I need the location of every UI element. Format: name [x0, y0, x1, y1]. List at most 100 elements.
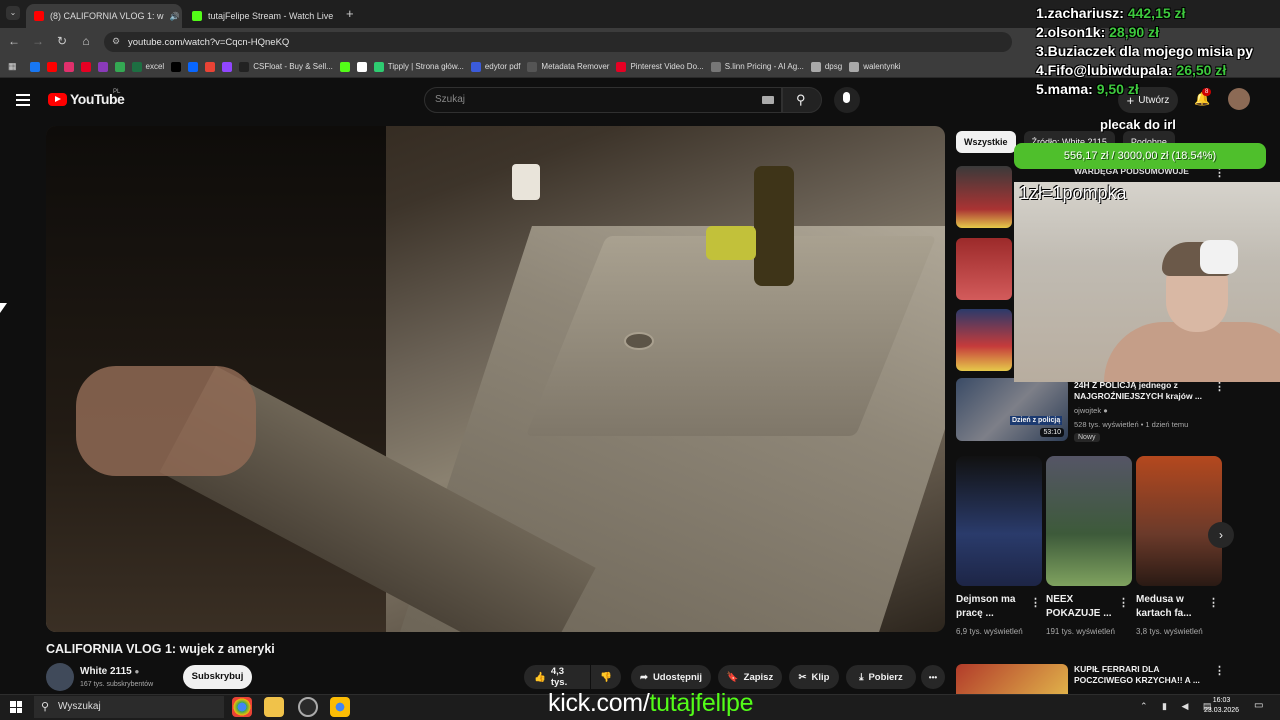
back-arrow-icon[interactable]: ←: [6, 34, 22, 48]
bookmark-item[interactable]: [46, 61, 57, 72]
more-dots-icon: •••: [928, 672, 938, 682]
bookmark-item[interactable]: dpsg: [810, 61, 842, 72]
video-player[interactable]: [46, 126, 945, 632]
bookmark-item[interactable]: walentynki: [849, 61, 901, 72]
rec-thumbnail[interactable]: [956, 166, 1012, 228]
rec-channel[interactable]: ojwojtek ●: [1074, 406, 1108, 415]
youtube-logo-icon[interactable]: [48, 93, 67, 106]
short-thumbnail[interactable]: [1136, 456, 1222, 586]
tab-title: tutajFelipe Stream - Watch Live: [208, 11, 334, 21]
search-icon: ⚲: [796, 92, 806, 107]
bookmark-favicon-icon: [29, 61, 40, 72]
download-button[interactable]: ⤓ Pobierz: [846, 665, 916, 689]
verified-icon: ●: [1103, 406, 1108, 415]
tab-kick[interactable]: tutajFelipe Stream - Watch Live ✕: [184, 4, 340, 28]
site-info-icon[interactable]: ⚙: [112, 36, 120, 47]
more-options-icon[interactable]: ⋮: [1118, 596, 1129, 609]
rec-thumbnail[interactable]: [956, 664, 1068, 694]
bookmark-item[interactable]: [80, 61, 91, 72]
rec-thumbnail[interactable]: [956, 238, 1012, 300]
search-input[interactable]: Szukaj: [424, 87, 782, 113]
bookmark-item[interactable]: S.linn Pricing - AI Ag...: [710, 61, 804, 72]
short-title[interactable]: NEEX POKAZUJE ...: [1046, 593, 1116, 621]
rec-title[interactable]: KUPIŁ FERRARI DLA POCZCIWEGO KRZYCHA!! A…: [1074, 664, 1204, 686]
more-options-icon[interactable]: ⋮: [1030, 596, 1041, 609]
chrome-icon[interactable]: [232, 697, 252, 717]
microphone-icon: [843, 92, 850, 103]
bookmark-item[interactable]: Tipply | Strona głów...: [373, 61, 464, 72]
apps-grid-icon[interactable]: ▦: [8, 61, 17, 72]
short-title[interactable]: Medusa w kartach fa...: [1136, 593, 1206, 621]
tab-search-icon[interactable]: ⌄: [6, 6, 20, 20]
bookmark-item[interactable]: [171, 61, 182, 72]
bookmark-item[interactable]: [222, 61, 233, 72]
more-options-icon[interactable]: ⋮: [1214, 664, 1225, 677]
bookmark-item[interactable]: [356, 61, 367, 72]
more-options-icon[interactable]: ⋮: [1208, 596, 1219, 609]
bookmark-item[interactable]: edytor pdf: [470, 61, 520, 72]
video-frame-cup: [512, 164, 540, 200]
bookmark-label: S.linn Pricing - AI Ag...: [724, 62, 804, 71]
channel-avatar[interactable]: [46, 663, 74, 691]
bookmark-item[interactable]: CSFloat - Buy & Sell...: [239, 61, 333, 72]
leaderboard-row: 2.olson1k: 28,90 zł: [1036, 24, 1159, 40]
new-tab-button[interactable]: +: [346, 6, 354, 21]
reload-icon[interactable]: ↻: [54, 34, 70, 48]
bookmark-item[interactable]: [205, 61, 216, 72]
bookmark-item[interactable]: Pinterest Video Do...: [616, 61, 704, 72]
like-button[interactable]: 👍 4,3 tys.: [524, 665, 590, 689]
shorts-next-button[interactable]: ›: [1208, 522, 1234, 548]
close-tab-icon[interactable]: ✕: [339, 11, 340, 22]
subscribe-button[interactable]: Subskrybuj: [183, 665, 252, 689]
save-button[interactable]: 🔖 Zapisz: [718, 665, 782, 689]
windows-start-icon[interactable]: [10, 701, 22, 713]
bookmark-item[interactable]: [29, 61, 40, 72]
bookmark-item[interactable]: excel: [131, 61, 165, 72]
channel-name[interactable]: White 2115 ●: [80, 666, 139, 677]
forward-arrow-icon[interactable]: →: [30, 34, 46, 48]
home-icon[interactable]: ⌂: [78, 34, 94, 48]
rec-thumbnail-police[interactable]: Dzień z policją 53:10: [956, 378, 1068, 441]
pushup-rule: 1zł=1pompka: [1019, 183, 1127, 203]
bookmark-item[interactable]: Metadata Remover: [527, 61, 609, 72]
bookmark-favicon-icon: [527, 61, 538, 72]
bookmark-favicon-icon: [710, 61, 721, 72]
bookmark-label: excel: [145, 62, 165, 71]
tab-youtube[interactable]: (8) CALIFORNIA VLOG 1: w 🔊 ✕: [26, 4, 182, 28]
rec-thumbnail[interactable]: [956, 309, 1012, 371]
headset-icon: [1200, 240, 1238, 274]
keyboard-icon[interactable]: [762, 96, 774, 104]
notification-center-icon[interactable]: ▭: [1254, 700, 1263, 711]
video-title: CALIFORNIA VLOG 1: wujek z ameryki: [46, 642, 275, 656]
short-title[interactable]: Dejmson ma pracę ...: [956, 593, 1026, 621]
bookmark-label: Tipply | Strona głów...: [387, 62, 464, 71]
rec-title[interactable]: 24H Z POLICJĄ jednego z NAJGROŹNIEJSZYCH…: [1074, 380, 1204, 402]
chip-all[interactable]: Wszystkie: [956, 131, 1016, 153]
donation-leaderboard: 1.zachariusz: 442,15 zł 2.olson1k: 28,90…: [1036, 4, 1253, 99]
bookmark-item[interactable]: [339, 61, 350, 72]
url-text: youtube.com/watch?v=Cqcn-HQneKQ: [128, 36, 290, 48]
url-field[interactable]: ⚙ youtube.com/watch?v=Cqcn-HQneKQ: [104, 32, 1012, 52]
short-thumbnail[interactable]: [1046, 456, 1132, 586]
taskbar-clock[interactable]: 16:03 23.03.2026: [1204, 696, 1239, 716]
clip-button[interactable]: ✂ Klip: [789, 665, 839, 689]
bookmark-item[interactable]: [97, 61, 108, 72]
dislike-button[interactable]: 👎: [591, 665, 621, 689]
bookmark-favicon-icon: [131, 61, 142, 72]
bookmark-favicon-icon: [46, 61, 57, 72]
menu-icon[interactable]: [16, 94, 30, 106]
obs-icon[interactable]: [298, 697, 318, 717]
chrome-profile-icon[interactable]: [330, 697, 350, 717]
bookmark-favicon-icon: [616, 61, 627, 72]
voice-search-button[interactable]: [834, 87, 860, 113]
bookmark-item[interactable]: [63, 61, 74, 72]
country-code: PL: [113, 89, 121, 95]
more-actions-button[interactable]: •••: [921, 665, 945, 689]
file-explorer-icon[interactable]: [264, 697, 284, 717]
short-thumbnail[interactable]: [956, 456, 1042, 586]
taskbar-search-input[interactable]: ⚲ Wyszukaj: [34, 696, 224, 718]
bookmark-item[interactable]: [114, 61, 125, 72]
bookmark-item[interactable]: [188, 61, 199, 72]
search-button[interactable]: ⚲: [782, 87, 822, 113]
share-button[interactable]: ➦ Udostępnij: [631, 665, 711, 689]
